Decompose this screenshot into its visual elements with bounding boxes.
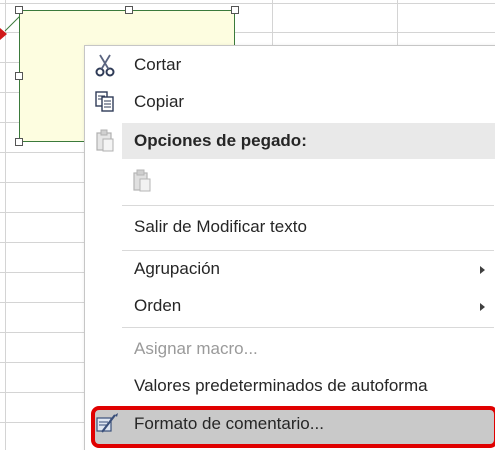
menu-separator	[122, 327, 494, 328]
resize-handle[interactable]	[125, 6, 133, 14]
grid-line	[5, 0, 6, 450]
menu-item-label: Orden	[134, 296, 182, 315]
menu-item-copy[interactable]: Copiar	[85, 84, 495, 122]
menu-item-label: Asignar macro...	[134, 339, 258, 358]
menu-section-title: Opciones de pegado:	[134, 131, 307, 150]
submenu-arrow-icon	[480, 303, 485, 311]
menu-item-label: Formato de comentario...	[134, 414, 324, 433]
copy-icon	[91, 88, 119, 116]
menu-item-exit-edit-text[interactable]: Salir de Modificar texto	[85, 209, 495, 247]
menu-item-format-comment[interactable]: Formato de comentario...	[91, 406, 495, 448]
context-menu: Cortar Copiar Opciones de pegado: Salir …	[84, 45, 495, 450]
scissors-icon	[91, 51, 119, 79]
submenu-arrow-icon	[480, 266, 485, 274]
menu-item-label: Agrupación	[134, 259, 221, 278]
menu-item-label: Valores predeterminados de autoforma	[134, 376, 428, 395]
resize-handle[interactable]	[231, 6, 239, 14]
menu-item-grouping[interactable]: Agrupación	[85, 251, 495, 289]
paste-clipboard-icon	[129, 167, 157, 195]
menu-separator	[122, 205, 494, 206]
spreadsheet-canvas: Cortar Copiar Opciones de pegado: Salir …	[0, 0, 495, 450]
format-comment-icon	[93, 410, 121, 438]
grid-line	[0, 3, 495, 4]
paste-icon	[91, 127, 119, 155]
paste-options-header: Opciones de pegado:	[122, 123, 495, 159]
menu-item-autoshape-defaults[interactable]: Valores predeterminados de autoforma	[85, 368, 495, 406]
menu-item-label: Copiar	[134, 92, 185, 111]
menu-item-cut[interactable]: Cortar	[85, 47, 495, 85]
resize-handle[interactable]	[15, 138, 23, 146]
resize-handle[interactable]	[15, 6, 23, 14]
menu-item-label: Salir de Modificar texto	[134, 217, 307, 236]
menu-item-assign-macro: Asignar macro...	[85, 331, 495, 369]
menu-item-order[interactable]: Orden	[85, 288, 495, 326]
paste-option-button[interactable]	[85, 161, 495, 201]
resize-handle[interactable]	[15, 72, 23, 80]
menu-item-label: Cortar	[134, 55, 182, 74]
